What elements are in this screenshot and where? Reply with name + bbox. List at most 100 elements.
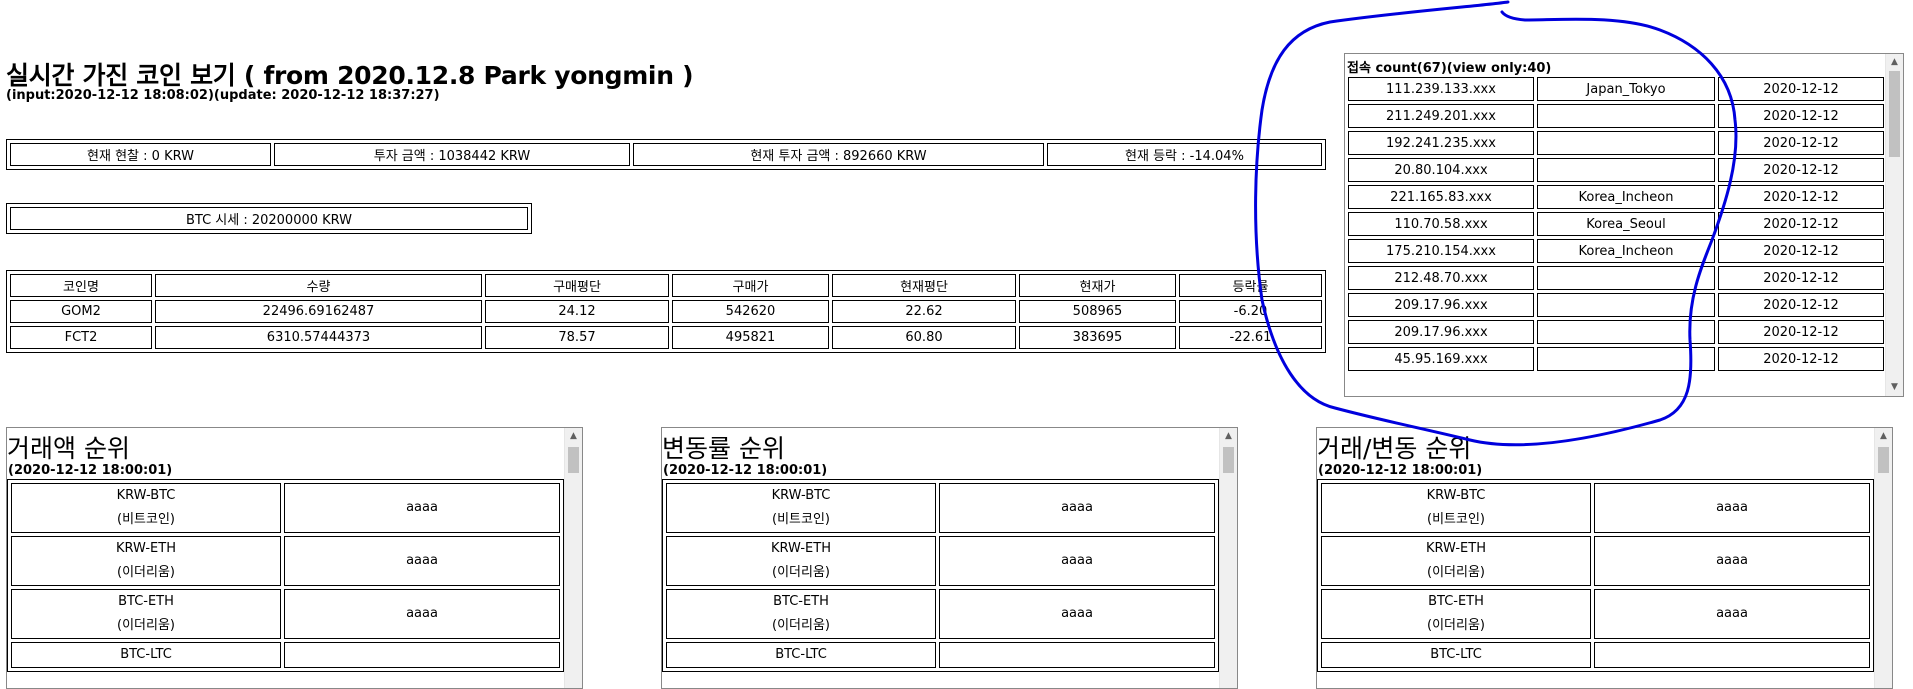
ranking-timestamp: (2020-12-12 18:00:01) <box>663 463 828 478</box>
market-name: KRW-ETH <box>1426 541 1486 556</box>
ranking-title: 변동률 순위 <box>662 434 785 463</box>
connection-scrollbar[interactable]: ▲ ▼ <box>1885 54 1903 396</box>
market-cell[interactable]: BTC-ETH (이더리움) <box>11 589 281 639</box>
ranking-row[interactable]: KRW-ETH (이더리움) aaaa <box>666 536 1215 586</box>
scrollbar-thumb[interactable] <box>1223 447 1234 473</box>
market-cell[interactable]: KRW-BTC (비트코인) <box>666 483 936 533</box>
market-cell[interactable]: BTC-ETH (이더리움) <box>666 589 936 639</box>
date-cell: 2020-12-12 <box>1718 212 1884 236</box>
date-cell: 2020-12-12 <box>1718 239 1884 263</box>
column-header: 등락률 <box>1179 274 1322 297</box>
market-cell[interactable]: KRW-ETH (이더리움) <box>11 536 281 586</box>
change-ranking-panel[interactable]: 변동률 순위 (2020-12-12 18:00:01) KRW-BTC (비트코… <box>661 427 1238 689</box>
date-cell: 2020-12-12 <box>1718 158 1884 182</box>
market-cell[interactable]: KRW-ETH (이더리움) <box>1321 536 1591 586</box>
ranking-table: KRW-BTC (비트코인) aaaa KRW-ETH (이더리움) aaaa BTC-ET… <box>662 479 1219 672</box>
table-cell: 542620 <box>672 300 829 323</box>
connection-row: 111.239.133.xxx Japan_Tokyo 2020-12-12 <box>1348 77 1884 101</box>
connection-row: 209.17.96.xxx 2020-12-12 <box>1348 293 1884 317</box>
ranking-timestamp: (2020-12-12 18:00:01) <box>1318 463 1483 478</box>
ranking-row[interactable]: KRW-ETH (이더리움) aaaa <box>1321 536 1870 586</box>
ranking-table: KRW-BTC (비트코인) aaaa KRW-ETH (이더리움) aaaa BTC-ET… <box>7 479 564 672</box>
table-cell: 22496.69162487 <box>155 300 482 323</box>
value-cell: aaaa <box>939 483 1215 533</box>
table-cell: GOM2 <box>10 300 152 323</box>
market-cell[interactable]: KRW-ETH (이더리움) <box>666 536 936 586</box>
ranking-scrollbar[interactable]: ▲ <box>1874 428 1892 688</box>
value-cell: aaaa <box>1594 589 1870 639</box>
table-row: FCT2 6310.57444373 78.57 495821 60.80 383695-… <box>10 326 1322 349</box>
ranking-row[interactable]: BTC-LTC <box>11 642 560 668</box>
market-korean-name: (이더리움) <box>1427 565 1485 580</box>
scroll-down-arrow-icon[interactable]: ▼ <box>1886 379 1903 396</box>
connection-row: 221.165.83.xxx Korea_Incheon 2020-12-12 <box>1348 185 1884 209</box>
ranking-title: 거래액 순위 <box>7 434 130 463</box>
ip-cell: 20.80.104.xxx <box>1348 158 1534 182</box>
ranking-row[interactable]: BTC-LTC <box>666 642 1215 668</box>
connection-row: 192.241.235.xxx 2020-12-12 <box>1348 131 1884 155</box>
location-cell: Korea_Incheon <box>1537 239 1715 263</box>
date-cell: 2020-12-12 <box>1718 347 1884 371</box>
location-cell: Korea_Seoul <box>1537 212 1715 236</box>
combined-ranking-panel[interactable]: 거래/변동 순위 (2020-12-12 18:00:01) KRW-BTC (비… <box>1316 427 1893 689</box>
location-cell: Japan_Tokyo <box>1537 77 1715 101</box>
connection-row: 209.17.96.xxx 2020-12-12 <box>1348 320 1884 344</box>
market-cell[interactable]: KRW-BTC (비트코인) <box>1321 483 1591 533</box>
market-cell[interactable]: BTC-LTC <box>1321 642 1591 668</box>
connection-row: 45.95.169.xxx 2020-12-12 <box>1348 347 1884 371</box>
ranking-table: KRW-BTC (비트코인) aaaa KRW-ETH (이더리움) aaaa BTC-ET… <box>1317 479 1874 672</box>
ranking-row[interactable]: BTC-ETH (이더리움) aaaa <box>1321 589 1870 639</box>
table-cell: 508965 <box>1019 300 1176 323</box>
connection-table: 111.239.133.xxx Japan_Tokyo 2020-12-12 211.… <box>1345 74 1887 374</box>
location-cell: Korea_Incheon <box>1537 185 1715 209</box>
location-cell <box>1537 131 1715 155</box>
ranking-row[interactable]: BTC-ETH (이더리움) aaaa <box>666 589 1215 639</box>
market-name: BTC-LTC <box>775 647 827 662</box>
market-korean-name: (이더리움) <box>117 565 175 580</box>
market-korean-name: (이더리움) <box>772 618 830 633</box>
value-cell: aaaa <box>284 483 560 533</box>
ranking-row[interactable]: KRW-BTC (비트코인) aaaa <box>1321 483 1870 533</box>
scrollbar-thumb[interactable] <box>1889 71 1900 157</box>
date-cell: 2020-12-12 <box>1718 185 1884 209</box>
scrollbar-thumb[interactable] <box>1878 447 1889 473</box>
connection-log-panel[interactable]: 접속 count(67)(view only:40) 111.239.133.x… <box>1344 53 1904 397</box>
scroll-up-arrow-icon[interactable]: ▲ <box>1875 428 1892 445</box>
scroll-up-arrow-icon[interactable]: ▲ <box>1220 428 1237 445</box>
table-cell: 495821 <box>672 326 829 349</box>
market-cell[interactable]: BTC-ETH (이더리움) <box>1321 589 1591 639</box>
btc-price-table: BTC 시세 : 20200000 KRW <box>6 203 532 234</box>
date-cell: 2020-12-12 <box>1718 266 1884 290</box>
ip-cell: 175.210.154.xxx <box>1348 239 1534 263</box>
scroll-up-arrow-icon[interactable]: ▲ <box>565 428 582 445</box>
volume-ranking-panel[interactable]: 거래액 순위 (2020-12-12 18:00:01) KRW-BTC (비트코… <box>6 427 583 689</box>
ip-cell: 192.241.235.xxx <box>1348 131 1534 155</box>
market-korean-name: (이더리움) <box>1427 618 1485 633</box>
column-header: 현재가 <box>1019 274 1176 297</box>
ranking-scrollbar[interactable]: ▲ <box>564 428 582 688</box>
scroll-up-arrow-icon[interactable]: ▲ <box>1886 54 1903 71</box>
ip-cell: 211.249.201.xxx <box>1348 104 1534 128</box>
location-cell <box>1537 347 1715 371</box>
table-cell: 24.12 <box>485 300 669 323</box>
table-cell: 22.62 <box>832 300 1016 323</box>
market-name: BTC-ETH <box>118 594 174 609</box>
location-cell <box>1537 293 1715 317</box>
invested-cell: 투자 금액 : 1038442 KRW <box>274 143 630 166</box>
market-cell[interactable]: KRW-BTC (비트코인) <box>11 483 281 533</box>
ranking-scrollbar[interactable]: ▲ <box>1219 428 1237 688</box>
value-cell: aaaa <box>939 589 1215 639</box>
ranking-row[interactable]: BTC-LTC <box>1321 642 1870 668</box>
market-name: KRW-BTC <box>116 488 176 503</box>
ip-cell: 111.239.133.xxx <box>1348 77 1534 101</box>
table-cell: 78.57 <box>485 326 669 349</box>
table-cell: -22.61 <box>1179 326 1322 349</box>
scrollbar-thumb[interactable] <box>568 447 579 473</box>
ranking-row[interactable]: KRW-ETH (이더리움) aaaa <box>11 536 560 586</box>
ranking-row[interactable]: KRW-BTC (비트코인) aaaa <box>666 483 1215 533</box>
cash-cell: 현재 현찰 : 0 KRW <box>10 143 271 166</box>
market-cell[interactable]: BTC-LTC <box>666 642 936 668</box>
ranking-row[interactable]: BTC-ETH (이더리움) aaaa <box>11 589 560 639</box>
ranking-row[interactable]: KRW-BTC (비트코인) aaaa <box>11 483 560 533</box>
market-cell[interactable]: BTC-LTC <box>11 642 281 668</box>
